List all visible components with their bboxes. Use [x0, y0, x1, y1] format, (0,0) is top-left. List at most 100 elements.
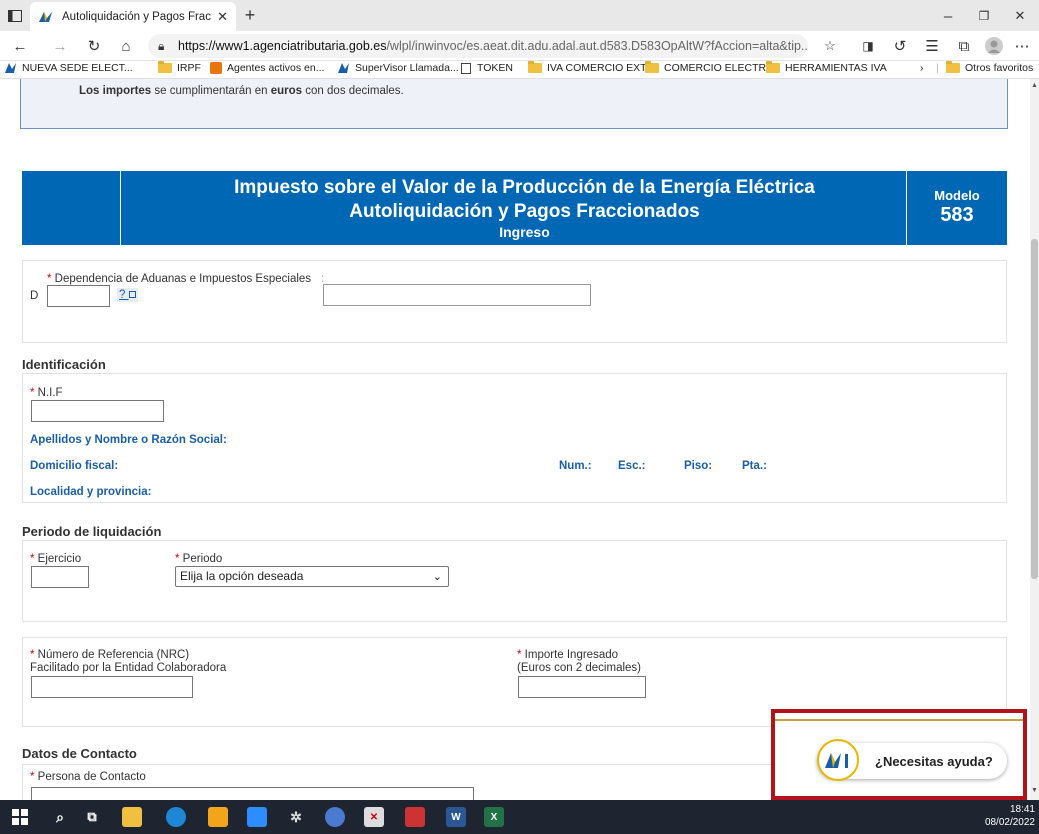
favorites-list-icon[interactable]: ☰: [922, 36, 942, 56]
scrollbar-thumb[interactable]: [1031, 239, 1038, 579]
url-domain: https://www1.agenciatributaria.gob.es: [178, 39, 387, 53]
browser-tab-bar: Autoliquidación y Pagos Fraccion ✕ + – ❐…: [0, 0, 1039, 31]
dependencia-prefix: D: [30, 290, 39, 302]
close-window-icon[interactable]: ✕: [1010, 6, 1030, 26]
home-icon[interactable]: ⌂: [116, 36, 136, 56]
extension-icon[interactable]: ◨: [858, 36, 878, 56]
lock-icon: 🔒︎: [158, 39, 165, 53]
nif-input[interactable]: [31, 400, 164, 422]
app-icon[interactable]: ✕: [364, 807, 384, 827]
external-link-icon: [128, 291, 136, 299]
bookmark-4[interactable]: TOKEN: [461, 62, 513, 74]
scroll-down-icon[interactable]: ▼: [1031, 787, 1038, 794]
importe-input[interactable]: [518, 676, 646, 698]
collections-icon[interactable]: ⧉: [954, 36, 974, 56]
page-scrollbar[interactable]: ▲ ▼: [1030, 79, 1039, 800]
bookmark-7[interactable]: HERRAMIENTAS IVA: [766, 61, 887, 74]
aeat-icon: [338, 63, 349, 73]
bookmarks-bar: NUEVA SEDE ELECT... IRPF Agentes activos…: [0, 61, 1039, 79]
url-path: /wlpl/inwinvoc/es.aeat.dit.adu.adal.aut.…: [386, 39, 808, 53]
address-bar-row: ← → ↻ ⌂ 🔒︎ https://www1.agenciatributari…: [0, 31, 1039, 61]
refresh-icon[interactable]: ↻: [84, 36, 104, 56]
refresh-page-icon[interactable]: ↺: [890, 36, 910, 56]
windows-start-icon[interactable]: [10, 807, 30, 827]
domicilio-label: Domicilio fiscal:: [30, 460, 119, 472]
restore-icon[interactable]: ❐: [974, 6, 994, 26]
favorite-star-icon[interactable]: ☆: [820, 36, 840, 56]
periodo-heading: Periodo de liquidación: [22, 524, 162, 539]
more-menu-icon[interactable]: ⋯: [1012, 36, 1032, 56]
periodo-select[interactable]: Elija la opción deseada ⌄: [175, 566, 449, 587]
help-question-link[interactable]: ?: [117, 288, 138, 302]
nrc-sublabel: Facilitado por la Entidad Colaboradora: [30, 662, 227, 674]
pta-label: Pta.:: [742, 460, 767, 472]
profile-avatar-icon[interactable]: [984, 36, 1004, 56]
word-icon[interactable]: W: [446, 807, 466, 827]
chat-icon[interactable]: [325, 807, 345, 827]
aeat-logo-icon: [817, 739, 859, 781]
folder-icon: [946, 61, 960, 73]
task-view-icon[interactable]: ⧉: [82, 807, 102, 827]
persona-label: * Persona de Contacto: [30, 771, 146, 783]
new-tab-icon[interactable]: +: [240, 5, 260, 25]
windows-taskbar: ⌕ ⧉ ✲ ✕ W X 18:41 08/02/2022: [0, 800, 1039, 834]
nrc-input[interactable]: [31, 676, 193, 698]
periodo-label: * Periodo: [175, 553, 223, 565]
contacto-heading: Datos de Contacto: [22, 746, 137, 761]
folder-icon: [158, 61, 172, 73]
bookmark-1[interactable]: IRPF: [158, 61, 201, 74]
modelo-label: Modelo: [934, 188, 980, 203]
help-highlight-box: ¿Necesitas ayuda?: [771, 709, 1027, 800]
importe-label: * Importe Ingresado: [517, 649, 619, 661]
minimize-icon[interactable]: –: [938, 6, 958, 26]
ejercicio-label: * Ejercicio: [30, 553, 82, 565]
edge-icon[interactable]: [166, 807, 186, 827]
persona-input[interactable]: [31, 787, 474, 800]
aeat-icon: [5, 63, 16, 73]
bookmark-2[interactable]: Agentes activos en...: [210, 62, 324, 74]
apellidos-label: Apellidos y Nombre o Razón Social:: [30, 434, 227, 446]
zoom-icon[interactable]: [247, 807, 267, 827]
banner-title: Impuesto sobre el Valor de la Producción…: [234, 177, 815, 198]
identificacion-section: * N.I.F Apellidos y Nombre o Razón Socia…: [22, 373, 1007, 503]
clock[interactable]: 18:41 08/02/2022: [985, 803, 1035, 829]
help-top-line: [775, 719, 1023, 721]
back-icon[interactable]: ←: [10, 36, 30, 56]
tab-actions-icon[interactable]: [6, 7, 24, 25]
dependencia-code-input[interactable]: [47, 285, 110, 307]
other-favorites[interactable]: Otros favoritos: [946, 61, 1033, 74]
periodo-section: * Ejercicio * Periodo Elija la opción de…: [22, 540, 1007, 622]
info-text: Los importes se cumplimentarán en euros …: [79, 85, 404, 97]
bookmark-0[interactable]: NUEVA SEDE ELECT...: [4, 62, 133, 74]
modelo-number: 583: [940, 204, 974, 226]
bookmark-5[interactable]: IVA COMERCIO EXT...: [528, 61, 654, 74]
bookmark-3[interactable]: SuperVisor Llamada...: [337, 62, 459, 74]
avaya-icon[interactable]: [405, 807, 425, 827]
chevron-down-icon: ⌄: [432, 571, 442, 583]
banner-subtitle: Autoliquidación y Pagos Fraccionados: [349, 201, 700, 222]
file-explorer-icon[interactable]: [122, 807, 142, 827]
dependencia-name-field: [323, 284, 591, 306]
dependencia-section: * Dependencia de Aduanas e Impuestos Esp…: [22, 260, 1007, 343]
search-icon[interactable]: ⌕: [50, 807, 70, 827]
app-icon[interactable]: ✲: [286, 807, 306, 827]
folder-icon: [528, 61, 542, 73]
nif-label: * N.I.F: [30, 387, 63, 399]
info-box: Los importes se cumplimentarán en euros …: [20, 79, 1008, 129]
banner-mode: Ingreso: [499, 224, 550, 240]
bookmark-6[interactable]: COMERCIO ELECTR...: [645, 61, 775, 74]
forward-icon[interactable]: →: [50, 36, 70, 56]
aeat-icon: [38, 10, 54, 24]
excel-icon[interactable]: X: [484, 807, 504, 827]
app-icon[interactable]: [208, 807, 228, 827]
close-tab-icon[interactable]: ✕: [217, 9, 228, 25]
tab-active[interactable]: Autoliquidación y Pagos Fraccion ✕: [30, 2, 236, 31]
identificacion-heading: Identificación: [22, 357, 106, 372]
piso-label: Piso:: [684, 460, 713, 472]
scroll-up-icon[interactable]: ▲: [1031, 82, 1038, 89]
folder-icon: [766, 61, 780, 73]
bookmarks-overflow-icon[interactable]: ›: [920, 62, 924, 74]
url-field[interactable]: 🔒︎ https://www1.agenciatributaria.gob.es…: [148, 34, 808, 58]
dependencia-label: * Dependencia de Aduanas e Impuestos Esp…: [47, 273, 312, 285]
ejercicio-input[interactable]: [31, 566, 89, 588]
